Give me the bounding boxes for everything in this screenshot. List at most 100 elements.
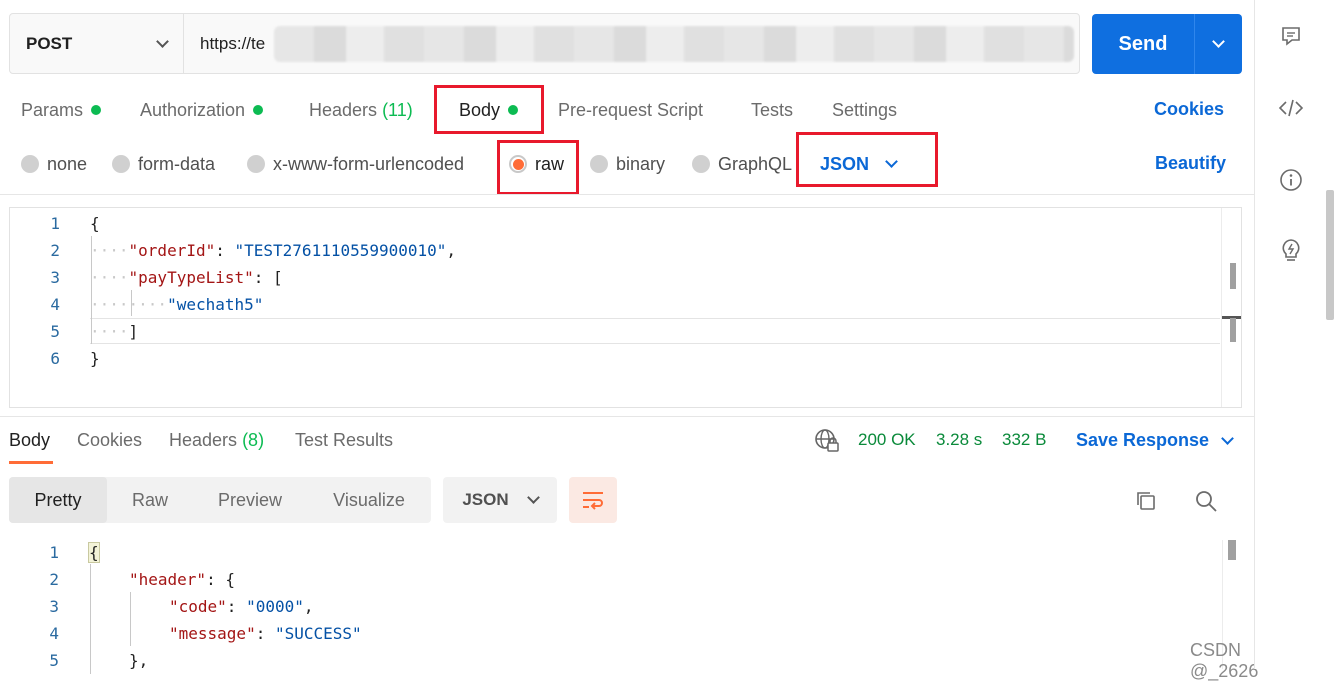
line-number: 3 [50, 268, 60, 287]
response-tab-test-results[interactable]: Test Results [295, 430, 393, 451]
radio-form-data[interactable]: form-data [112, 152, 215, 176]
view-mode-switcher: Pretty Raw Preview Visualize [9, 477, 431, 523]
sidebar-scrollbar[interactable] [1326, 190, 1334, 320]
scrollbar-thumb[interactable] [1228, 540, 1236, 560]
code-line: "header": { [129, 570, 235, 589]
token: { [90, 214, 100, 233]
code-line: "code": "0000", [169, 597, 314, 616]
tab-settings[interactable]: Settings [832, 99, 897, 121]
request-body-editor[interactable]: 1 2 3 4 5 6 { ····"orderId": "TEST276111… [9, 207, 1242, 408]
copy-icon[interactable] [1134, 489, 1158, 513]
view-mode-visualize[interactable]: Visualize [313, 477, 425, 523]
json-key: "payTypeList" [128, 268, 254, 287]
chevron-down-icon [156, 34, 169, 48]
json-key: "header" [129, 570, 207, 589]
radio-label: binary [616, 153, 666, 174]
method-select[interactable]: POST [10, 14, 184, 73]
cookies-link[interactable]: Cookies [1154, 99, 1224, 120]
scrollbar-thumb[interactable] [1230, 263, 1236, 289]
response-time[interactable]: 3.28 s [936, 430, 982, 450]
tab-pre-request-script[interactable]: Pre-request Script [558, 99, 703, 121]
response-tab-cookies[interactable]: Cookies [77, 430, 142, 451]
comment-icon[interactable] [1277, 22, 1305, 50]
send-button[interactable]: Send [1092, 14, 1194, 74]
view-mode-preview[interactable]: Preview [199, 477, 301, 523]
tab-params[interactable]: Params [21, 99, 102, 121]
radio-none[interactable]: none [21, 152, 87, 176]
line-number: 5 [49, 651, 59, 670]
json-string: "TEST2761110559900010" [234, 241, 447, 260]
tab-tests[interactable]: Tests [751, 99, 793, 121]
tab-label: Tests [751, 100, 794, 120]
code-line: ········"wechath5" [90, 295, 263, 314]
whitespace-dots: ···· [90, 268, 129, 287]
beautify-link[interactable]: Beautify [1155, 153, 1226, 174]
token: { [88, 542, 100, 563]
wrap-lines-button[interactable] [569, 477, 617, 523]
lightbulb-icon[interactable] [1277, 237, 1305, 265]
search-icon[interactable] [1194, 489, 1218, 513]
tab-label: Settings [832, 100, 898, 120]
line-number: 6 [50, 349, 60, 368]
view-mode-pretty[interactable]: Pretty [9, 477, 107, 523]
code-line: ····"orderId": "TEST2761110559900010", [90, 241, 457, 260]
line-number: 2 [50, 241, 60, 260]
divider [0, 416, 1254, 417]
token: [ [273, 268, 283, 287]
tab-label: Pre-request Script [558, 100, 704, 120]
indent-guide [90, 564, 91, 674]
line-number: 5 [50, 322, 60, 341]
line-number: 1 [49, 543, 59, 562]
url-input[interactable]: https://te [184, 14, 1079, 73]
status-dot [253, 105, 264, 115]
method-label: POST [26, 33, 73, 53]
highlight-box-body [434, 85, 544, 134]
code-area: 1 2 3 4 5 6 { ····"orderId": "TEST276111… [10, 208, 1220, 407]
token: }, [129, 651, 149, 670]
radio-binary[interactable]: binary [590, 152, 665, 176]
divider [0, 194, 1254, 195]
globe-lock-icon[interactable] [814, 428, 840, 454]
save-response-button[interactable]: Save Response [1076, 430, 1234, 451]
line-number: 4 [49, 624, 59, 643]
view-mode-raw[interactable]: Raw [107, 477, 193, 523]
tab-label: Authorization [140, 100, 246, 120]
whitespace-dots: ···· [90, 322, 129, 341]
watermark: CSDN @_2626 [1190, 640, 1259, 681]
response-tab-body[interactable]: Body [9, 430, 50, 451]
send-button-group: Send [1092, 14, 1242, 74]
info-icon[interactable] [1277, 166, 1305, 194]
line-number: 3 [49, 597, 59, 616]
tab-authorization[interactable]: Authorization [140, 99, 264, 121]
radio-x-www-form-urlencoded[interactable]: x-www-form-urlencoded [247, 152, 464, 176]
response-body-viewer[interactable]: 1 2 3 4 5 { "header": { "code": "0000", … [9, 540, 1219, 674]
response-size[interactable]: 332 B [1002, 430, 1046, 450]
tab-headers[interactable]: Headers (11) [309, 99, 413, 121]
tab-count: (11) [382, 100, 413, 120]
response-format-label: JSON [462, 490, 509, 509]
active-tab-indicator [9, 461, 53, 464]
code-line: { [90, 214, 100, 233]
code-icon[interactable] [1277, 94, 1305, 122]
radio-label: none [47, 153, 88, 174]
response-format-select[interactable]: JSON [443, 477, 557, 523]
highlight-box-json [796, 132, 938, 187]
json-key: "orderId" [128, 241, 216, 260]
chevron-down-icon [1221, 431, 1234, 445]
code-line: "message": "SUCCESS" [169, 624, 362, 643]
url-bar: POST https://te [9, 13, 1080, 74]
code-line: ····"payTypeList": [ [90, 268, 283, 287]
radio-graphql[interactable]: GraphQL [692, 152, 792, 176]
tab-count: (8) [242, 430, 265, 450]
token: } [90, 349, 100, 368]
status-code[interactable]: 200 OK [858, 430, 916, 450]
line-number: 2 [49, 570, 59, 589]
send-options-button[interactable] [1194, 14, 1242, 74]
radio-circle [590, 155, 608, 173]
editor-scrollbar[interactable] [1221, 208, 1241, 407]
tab-label: Headers [309, 100, 378, 120]
redacted-url-blur [274, 26, 1074, 62]
chevron-down-icon [1212, 35, 1225, 48]
response-tab-headers[interactable]: Headers (8) [169, 430, 264, 451]
radio-label: x-www-form-urlencoded [273, 153, 465, 174]
